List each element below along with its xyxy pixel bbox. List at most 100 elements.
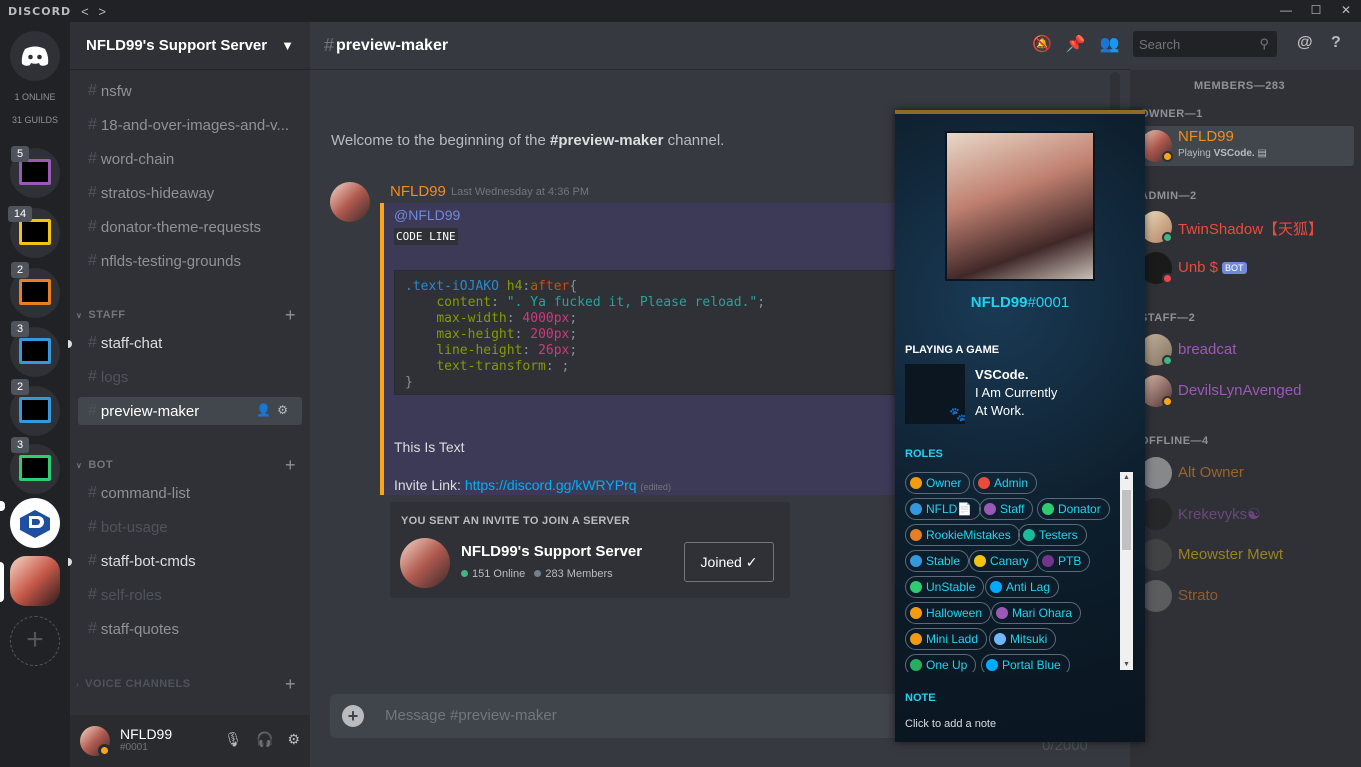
user-mention[interactable]: @NFLD99 xyxy=(394,207,460,223)
role-pill[interactable]: UnStable xyxy=(905,576,985,598)
channel-stratos-hideaway[interactable]: # stratos-hideaway xyxy=(78,179,302,207)
welcome-channel: #preview-maker xyxy=(550,132,664,149)
close-button[interactable]: ✕ xyxy=(1331,0,1361,22)
mention-icon[interactable]: @ xyxy=(1297,34,1313,52)
microphone-icon[interactable]: 🎙 xyxy=(224,731,242,748)
status-online-icon xyxy=(1162,355,1173,366)
channel-staff-quotes[interactable]: # staff-quotes xyxy=(78,615,302,643)
minimize-button[interactable]: — xyxy=(1271,0,1301,22)
role-pill[interactable]: NFLD📄 xyxy=(905,498,982,520)
activity-prefix: Playing xyxy=(1178,148,1214,159)
guild-icon[interactable] xyxy=(10,498,60,548)
channel-donator-theme-requests[interactable]: # donator-theme-requests xyxy=(78,213,302,241)
author-avatar[interactable] xyxy=(330,182,370,222)
playing-label: PLAYING A GAME xyxy=(905,344,1000,356)
channel-18-and-over[interactable]: #18-and-over-images-and-v... xyxy=(78,111,302,139)
channel-bot-usage[interactable]: # bot-usage xyxy=(78,513,302,541)
message-input[interactable]: Message #preview-maker xyxy=(385,707,557,724)
role-color-dot xyxy=(910,555,922,567)
role-pill[interactable]: Mitsuki xyxy=(989,628,1057,650)
author-name[interactable]: NFLD99 xyxy=(390,183,446,200)
channel-command-list[interactable]: # command-list xyxy=(78,479,302,507)
add-guild-button[interactable]: + xyxy=(10,616,60,666)
create-channel-icon[interactable]: + xyxy=(285,674,296,695)
role-name: Mitsuki xyxy=(1010,632,1048,646)
member-item[interactable]: TwinShadow【天狐】 xyxy=(1130,207,1354,247)
role-color-dot xyxy=(984,503,996,515)
hash-icon: # xyxy=(88,484,97,501)
server-header[interactable]: NFLD99's Support Server ▼ xyxy=(70,22,310,70)
hash-icon: # xyxy=(88,552,97,569)
role-pill[interactable]: PTB xyxy=(1037,550,1091,572)
gear-icon[interactable]: ⚙ xyxy=(277,403,294,417)
channel-nflds-testing-grounds[interactable]: # nflds-testing-grounds xyxy=(78,247,302,275)
role-pill[interactable]: Stable xyxy=(905,550,970,572)
gear-icon[interactable]: ⚙ xyxy=(287,731,300,748)
home-button[interactable] xyxy=(10,31,60,81)
scroll-down-icon[interactable]: ▼ xyxy=(1123,661,1130,668)
welcome-message: Welcome to the beginning of the #preview… xyxy=(331,132,724,149)
channel-preview-maker[interactable]: # preview-maker 👤⚙ xyxy=(78,397,302,425)
role-pill[interactable]: Anti Lag xyxy=(985,576,1060,598)
role-pill[interactable]: Halloween xyxy=(905,602,992,624)
role-pill[interactable]: Donator xyxy=(1037,498,1110,520)
chat-header: # preview-maker 🔕 📌 👥 xyxy=(310,22,1130,70)
channel-staff-bot-cmds[interactable]: # staff-bot-cmds xyxy=(78,547,302,575)
role-pill[interactable]: RookieMistakes xyxy=(905,524,1020,546)
maximize-button[interactable]: ☐ xyxy=(1301,0,1331,22)
member-item[interactable]: Strato xyxy=(1130,576,1354,616)
create-channel-icon[interactable]: + xyxy=(285,455,296,476)
invite-line: Invite Link: https://discord.gg/kWRYPrq … xyxy=(394,477,671,493)
guild-sidebar: 1 ONLINE 31 GUILDS 5 14 2 3 2 3 + xyxy=(0,22,70,767)
role-pill[interactable]: Mari Ohara xyxy=(991,602,1082,624)
user-panel: NFLD99 #0001 🎙 🎧 ⚙ xyxy=(70,715,310,767)
headphones-icon[interactable]: 🎧 xyxy=(256,731,273,748)
channel-nsfw[interactable]: # nsfw xyxy=(78,77,302,105)
member-item[interactable]: Alt Owner xyxy=(1130,453,1354,493)
role-pill[interactable]: Canary xyxy=(969,550,1038,572)
member-list: MEMBERS—283 OWNER—1 NFLD99 Playing VSCod… xyxy=(1130,70,1361,767)
role-pill[interactable]: One Up xyxy=(905,654,977,672)
activity-game: VSCode. xyxy=(1213,148,1255,159)
history-nav[interactable]: < > xyxy=(81,4,109,19)
category-staff[interactable]: ∨ STAFF + xyxy=(76,305,300,325)
channel-logs[interactable]: # logs xyxy=(78,363,302,391)
member-dot-icon xyxy=(534,570,542,577)
joined-button[interactable]: Joined ✓ xyxy=(684,542,774,582)
role-pill[interactable]: Staff xyxy=(979,498,1034,520)
channel-self-roles[interactable]: # self-roles xyxy=(78,581,302,609)
member-item[interactable]: breadcat xyxy=(1130,330,1354,370)
member-item[interactable]: Unb $ BOT xyxy=(1130,248,1354,288)
member-item[interactable]: Krekevyks☯ xyxy=(1130,494,1354,534)
role-name: Stable xyxy=(926,554,961,568)
scroll-up-icon[interactable]: ▲ xyxy=(1123,474,1130,481)
role-pill[interactable]: Testers xyxy=(1018,524,1087,546)
member-item[interactable]: Meowster Mewt xyxy=(1130,535,1354,575)
role-pill[interactable]: Owner xyxy=(905,472,971,494)
note-input[interactable]: Click to add a note xyxy=(905,718,996,730)
channel-staff-chat[interactable]: # staff-chat xyxy=(78,329,302,357)
invite-icon[interactable]: 👤 xyxy=(256,403,277,417)
invite-link[interactable]: https://discord.gg/kWRYPrq xyxy=(465,477,637,493)
help-icon[interactable]: ? xyxy=(1331,34,1341,52)
channel-word-chain[interactable]: # word-chain xyxy=(78,145,302,173)
scroll-thumb[interactable] xyxy=(1122,490,1131,550)
guild-icon-selected[interactable] xyxy=(10,556,60,606)
mute-icon[interactable]: 🔕 xyxy=(1032,34,1052,54)
upload-button[interactable]: + xyxy=(342,705,364,727)
game-line: VSCode. xyxy=(975,367,1029,382)
pin-icon[interactable]: 📌 xyxy=(1066,34,1086,54)
role-pill[interactable]: Mini Ladd xyxy=(905,628,988,650)
search-input[interactable]: Search ⚲ xyxy=(1133,31,1277,57)
channel-label: self-roles xyxy=(100,586,162,604)
create-channel-icon[interactable]: + xyxy=(285,305,296,326)
category-bot[interactable]: ∨ BOT + xyxy=(76,455,300,475)
member-item[interactable]: NFLD99 Playing VSCode. ▤ xyxy=(1130,126,1354,166)
member-item[interactable]: DevilsLynAvenged xyxy=(1130,371,1354,411)
members-icon[interactable]: 👥 xyxy=(1100,34,1120,54)
role-pill[interactable]: Admin xyxy=(973,472,1038,494)
role-pill[interactable]: Portal Blue xyxy=(981,654,1070,672)
roles-scrollbar[interactable]: ▲ ▼ xyxy=(1120,472,1133,670)
category-voice[interactable]: › VOICE CHANNELS + xyxy=(76,674,300,694)
avatar[interactable] xyxy=(80,726,111,757)
